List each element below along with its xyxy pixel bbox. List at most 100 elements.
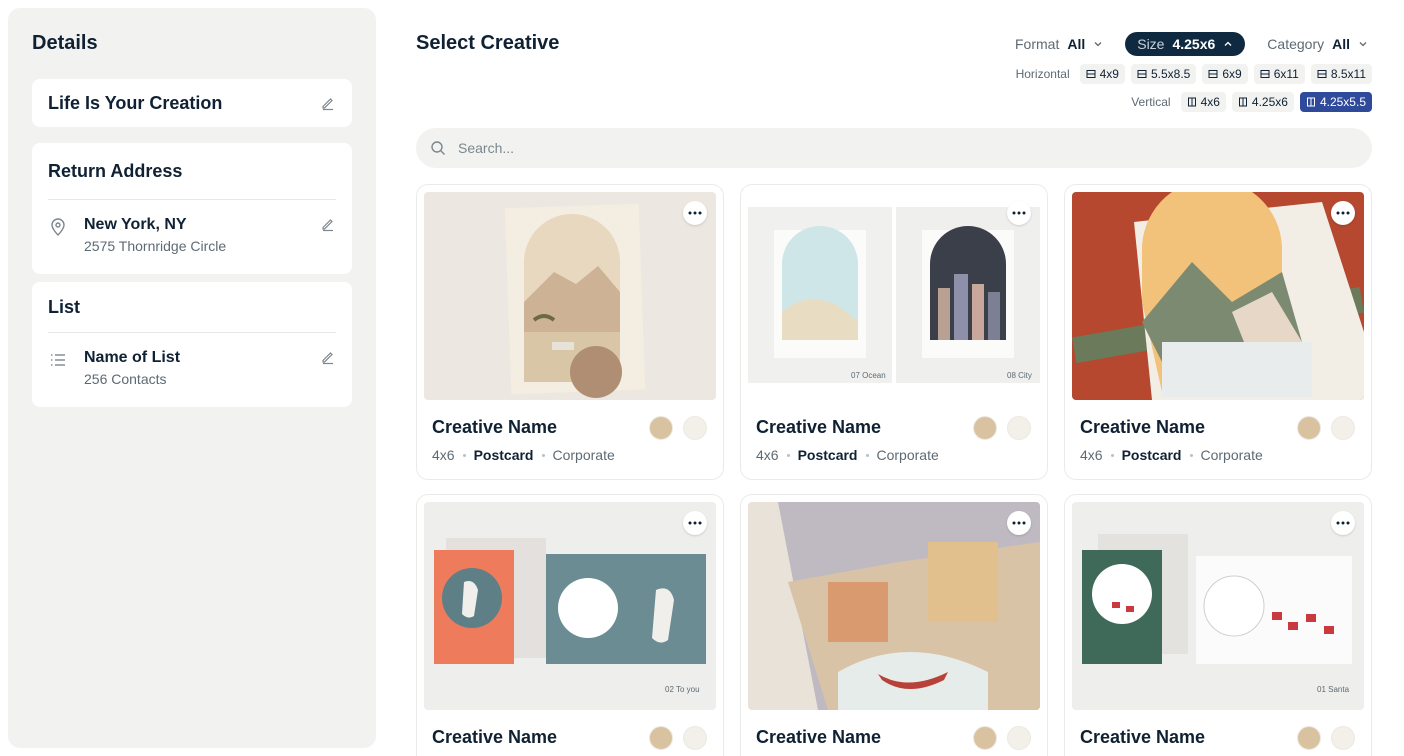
- format-filter-value: All: [1067, 36, 1086, 52]
- separator: [1110, 453, 1114, 457]
- avatar: [1007, 726, 1031, 750]
- creative-thumbnail: [1072, 192, 1364, 400]
- creative-grid: Creative Name 4x6 Postcard Corporate 07 …: [416, 184, 1372, 756]
- return-address-card: Return Address New York, NY 2575 Thornri…: [32, 143, 352, 274]
- address-street: 2575 Thornridge Circle: [84, 238, 227, 254]
- more-options-button[interactable]: [1331, 511, 1355, 535]
- size-chip[interactable]: 5.5x8.5: [1130, 64, 1197, 84]
- creative-name: Creative Name: [756, 727, 882, 747]
- separator: [462, 453, 466, 457]
- creative-card[interactable]: 07 Ocean 08 City Creative Name 4x6 Postc…: [740, 184, 1048, 480]
- creative-meta: 4x6 Postcard Corporate: [756, 447, 939, 463]
- avatar: [1297, 726, 1321, 750]
- horizontal-card-icon: [1260, 70, 1270, 78]
- size-filter-label: Size: [1137, 36, 1165, 52]
- creative-name: Creative Name: [1080, 727, 1206, 747]
- creative-meta: 4x6 Postcard Corporate: [1080, 447, 1263, 463]
- separator: [865, 453, 869, 457]
- creative-size: 4x6: [1080, 447, 1103, 463]
- size-chip[interactable]: 6x9: [1202, 64, 1248, 84]
- format-filter-label: Format: [1015, 36, 1060, 52]
- creative-thumbnail: [424, 192, 716, 400]
- creative-card[interactable]: 02 To you Creative Name: [416, 494, 724, 756]
- collaborator-avatars: [1297, 726, 1355, 750]
- horizontal-card-icon: [1086, 70, 1096, 78]
- more-options-button[interactable]: [1007, 511, 1031, 535]
- creative-size: 4x6: [432, 447, 455, 463]
- size-chip[interactable]: 4x6: [1180, 92, 1226, 112]
- more-icon: [1012, 521, 1026, 525]
- format-filter[interactable]: Format All: [1011, 32, 1107, 56]
- avatar: [649, 726, 673, 750]
- creative-thumbnail: [424, 502, 716, 710]
- chevron-down-icon: [1359, 42, 1367, 47]
- vertical-card-icon: [1306, 97, 1315, 107]
- category-filter-label: Category: [1267, 36, 1325, 52]
- size-chip-label: 6x11: [1273, 67, 1299, 81]
- caption-right: 01 Santa: [1317, 685, 1350, 694]
- horizontal-card-icon: [1137, 70, 1147, 78]
- avatar: [973, 726, 997, 750]
- creative-format: Postcard: [473, 447, 534, 463]
- list-icon: [51, 354, 65, 366]
- search-bar: [416, 128, 1372, 168]
- list-contacts: 256 Contacts: [84, 371, 167, 387]
- separator: [541, 453, 545, 457]
- message-card[interactable]: Life Is Your Creation: [32, 79, 352, 127]
- vertical-label: Vertical: [1131, 95, 1171, 109]
- avatar: [1331, 416, 1355, 440]
- creative-thumbnail: [748, 192, 1040, 400]
- category-filter[interactable]: Category All: [1263, 32, 1372, 56]
- size-chip[interactable]: 4x9: [1079, 64, 1125, 84]
- page-title: Select Creative: [416, 32, 560, 54]
- creative-card[interactable]: Creative Name 4x6 Postcard Corporate: [416, 184, 724, 480]
- creative-meta: 4x6 Postcard Corporate: [432, 447, 615, 463]
- chevron-up-icon: [1224, 41, 1232, 46]
- caption-right: 02 To you: [665, 685, 700, 694]
- creative-card[interactable]: Creative Name 4x6 Postcard Corporate: [1064, 184, 1372, 480]
- creative-format: Postcard: [797, 447, 858, 463]
- size-filter[interactable]: Size 4.25x6: [1125, 32, 1246, 56]
- edit-icon[interactable]: [320, 349, 336, 365]
- edit-icon[interactable]: [320, 95, 336, 111]
- location-pin-icon: [51, 218, 65, 236]
- search-input[interactable]: [458, 140, 1358, 156]
- sidebar-title: Details: [32, 32, 98, 54]
- creative-name: Creative Name: [432, 417, 558, 437]
- collaborator-avatars: [973, 416, 1031, 440]
- more-icon: [688, 521, 702, 525]
- size-chip-label: 4.25x5.5: [1319, 95, 1366, 109]
- size-chip-selected[interactable]: 4.25x5.5: [1299, 92, 1372, 112]
- edit-icon[interactable]: [320, 216, 336, 232]
- more-icon: [1012, 211, 1026, 215]
- size-chip[interactable]: 6x11: [1253, 64, 1305, 84]
- collaborator-avatars: [1297, 416, 1355, 440]
- more-icon: [688, 211, 702, 215]
- more-options-button[interactable]: [683, 201, 707, 225]
- size-filter-value: 4.25x6: [1172, 36, 1216, 52]
- creative-thumbnail: [1072, 502, 1364, 710]
- more-options-button[interactable]: [1007, 201, 1031, 225]
- separator: [786, 453, 790, 457]
- address-item[interactable]: New York, NY 2575 Thornridge Circle: [32, 200, 352, 274]
- size-chip[interactable]: 8.5x11: [1310, 64, 1372, 84]
- horizontal-sizes: Horizontal 4x9 5.5x8.5 6x9 6x11 8.5x11: [1016, 64, 1372, 84]
- creative-thumbnail: [748, 502, 1040, 710]
- return-address-title: Return Address: [48, 160, 183, 181]
- creative-card[interactable]: Creative Name: [740, 494, 1048, 756]
- category-filter-value: All: [1332, 36, 1350, 52]
- size-chip-label: 4x6: [1200, 95, 1220, 109]
- list-name: Name of List: [84, 349, 181, 366]
- collaborator-avatars: [973, 726, 1031, 750]
- caption-left: 07 Ocean: [851, 371, 886, 380]
- size-chip-label: 4.25x6: [1251, 95, 1288, 109]
- list-item[interactable]: Name of List 256 Contacts: [32, 333, 352, 407]
- size-chip-label: 6x9: [1222, 67, 1242, 81]
- size-chip-label: 4x9: [1099, 67, 1119, 81]
- creative-category: Corporate: [876, 447, 939, 463]
- chevron-down-icon: [1094, 42, 1102, 47]
- more-options-button[interactable]: [683, 511, 707, 535]
- creative-card[interactable]: 01 Santa Creative Name: [1064, 494, 1372, 756]
- more-options-button[interactable]: [1331, 201, 1355, 225]
- size-chip[interactable]: 4.25x6: [1231, 92, 1294, 112]
